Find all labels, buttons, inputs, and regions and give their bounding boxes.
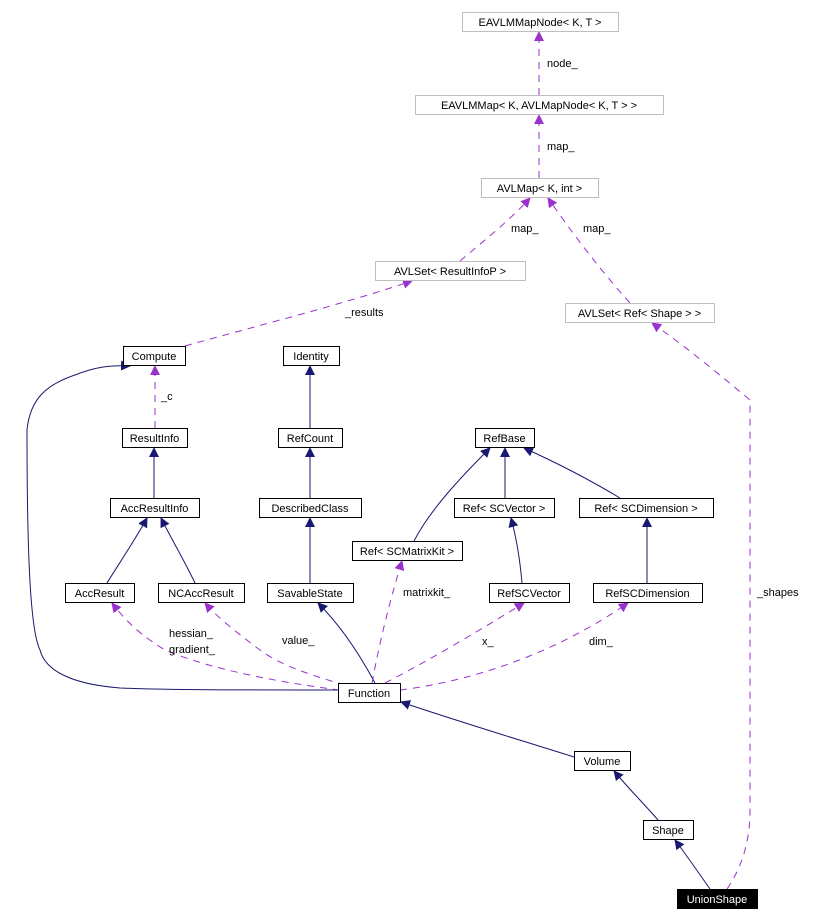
edge-label-matrixkit: matrixkit_ (403, 587, 451, 599)
class-node-label: AVLSet< Ref< Shape > > (578, 308, 701, 320)
class-node-label: UnionShape (687, 894, 748, 906)
inheritance-edge-shape-to-volume (613, 770, 659, 821)
class-node-label: Shape (652, 825, 684, 837)
class-node-label: Volume (584, 756, 621, 768)
class-node-label: AVLMap< K, int > (497, 183, 582, 195)
class-node-label: Function (348, 688, 390, 700)
member-edge-function-to-ncaccresult (204, 602, 346, 686)
inheritance-edge-accresult-to-accresultinfo (106, 517, 148, 584)
inheritance-edge-unionshape-to-shape (674, 839, 711, 890)
class-node-refbase[interactable]: RefBase (475, 428, 535, 448)
class-node-refscvector[interactable]: Ref< SCVector > (454, 498, 555, 518)
class-node-label: NCAccResult (168, 588, 233, 600)
inheritance-edge-refscdimension-to-refbase (523, 447, 621, 499)
class-node-eavlmmap[interactable]: EAVLMMap< K, AVLMapNode< K, T > > (415, 95, 664, 115)
class-node-accresultinfo[interactable]: AccResultInfo (110, 498, 200, 518)
class-node-refcount[interactable]: RefCount (278, 428, 343, 448)
edge-label-dim: dim_ (589, 636, 614, 648)
inheritance-edge-ncaccresult-to-accresultinfo (160, 517, 196, 584)
class-node-function[interactable]: Function (338, 683, 401, 703)
class-node-label: AVLSet< ResultInfoP > (394, 266, 506, 278)
class-node-describedclass[interactable]: DescribedClass (259, 498, 362, 518)
edge-label-map: map_ (583, 223, 611, 235)
inheritance-edge-refscmatrixkit-to-refbase (413, 447, 491, 542)
inheritance-edge-volume-to-function (400, 700, 575, 758)
class-node-ncaccresult[interactable]: NCAccResult (158, 583, 245, 603)
inheritance-edge-function-to-savablestate (317, 602, 376, 684)
member-edge-function-to-refscmatrixkit (371, 560, 405, 684)
class-node-label: DescribedClass (271, 503, 349, 515)
edge-label-results: _results (344, 307, 384, 319)
edge-label-shapes: _shapes (756, 587, 799, 599)
class-node-label: Ref< SCDimension > (594, 503, 697, 515)
class-node-refscdimension[interactable]: Ref< SCDimension > (579, 498, 714, 518)
class-node-eavlmmapnode[interactable]: EAVLMMapNode< K, T > (462, 12, 619, 32)
nodes-layer: EAVLMMapNode< K, T > EAVLMMap< K, AVLMapN… (65, 12, 758, 909)
class-node-avlmap[interactable]: AVLMap< K, int > (481, 178, 599, 198)
edge-label-value: value_ (282, 635, 315, 647)
class-node-label: ResultInfo (130, 433, 180, 445)
class-node-avlsetresultinfop[interactable]: AVLSet< ResultInfoP > (375, 261, 526, 281)
class-node-volume[interactable]: Volume (574, 751, 631, 771)
collaboration-diagram: EAVLMMapNode< K, T > EAVLMMap< K, AVLMapN… (26, 12, 799, 909)
class-node-label: EAVLMMap< K, AVLMapNode< K, T > > (441, 100, 637, 112)
edge-label-x: x_ (482, 636, 495, 648)
class-node-label: Identity (293, 351, 329, 363)
edge-label-c: _c (160, 391, 173, 403)
class-node-label: Ref< SCMatrixKit > (360, 546, 454, 558)
class-node-label: RefSCVector (497, 588, 561, 600)
class-node-accresult[interactable]: AccResult (65, 583, 135, 603)
edges-layer (26, 31, 751, 890)
class-node-savablestate[interactable]: SavableState (267, 583, 354, 603)
class-node-compute[interactable]: Compute (123, 346, 186, 366)
class-node-refscdimensioncls[interactable]: RefSCDimension (593, 583, 703, 603)
member-edge-function-to-refscvectorcls (384, 602, 525, 684)
edge-label-gradient: gradient_ (169, 644, 216, 656)
class-node-label: RefCount (287, 433, 333, 445)
class-node-identity[interactable]: Identity (283, 346, 340, 366)
class-node-refscmatrixkit[interactable]: Ref< SCMatrixKit > (352, 541, 463, 561)
class-node-label: RefBase (483, 433, 525, 445)
class-node-label: Ref< SCVector > (463, 503, 546, 515)
class-node-resultinfo[interactable]: ResultInfo (122, 428, 188, 448)
class-node-label: AccResultInfo (121, 503, 189, 515)
member-edge-avlsetrefshape-to-avlmap (547, 197, 631, 304)
class-node-label: EAVLMMapNode< K, T > (479, 17, 602, 29)
edge-label-map: map_ (547, 141, 575, 153)
class-node-label: SavableState (277, 588, 342, 600)
class-node-avlsetrefshape[interactable]: AVLSet< Ref< Shape > > (565, 303, 715, 323)
class-node-refscvectorcls[interactable]: RefSCVector (489, 583, 570, 603)
member-edge-unionshape-to-avlsetrefshape (651, 322, 751, 890)
edge-labels-layer: node_ map_ map_ map_ _results _c hessian_gradi… (160, 58, 799, 656)
class-node-label: RefSCDimension (605, 588, 689, 600)
edge-label-hessian: hessian_ (169, 628, 214, 640)
class-node-shape[interactable]: Shape (643, 820, 694, 840)
inheritance-edge-refscvectorcls-to-refscvector (508, 517, 523, 584)
class-node-label: Compute (132, 351, 177, 363)
edge-label-node: node_ (547, 58, 578, 70)
class-node-label: AccResult (75, 588, 125, 600)
edge-label-map: map_ (511, 223, 539, 235)
class-node-unionshape: UnionShape (677, 889, 758, 909)
